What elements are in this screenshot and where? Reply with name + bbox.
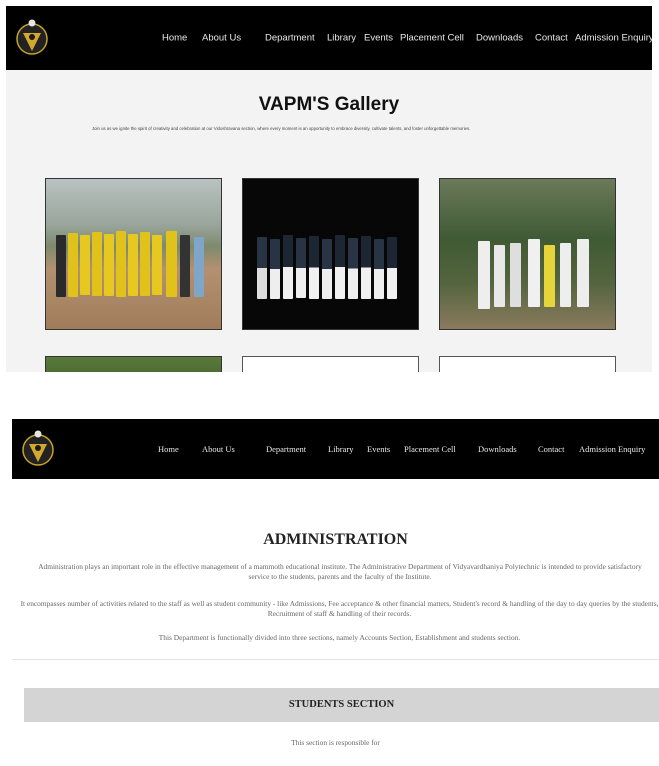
gallery-photo-row2-2[interactable] — [242, 356, 419, 372]
admin-paragraph-2: It encompasses number of activities rela… — [20, 599, 659, 618]
admin-paragraph-3: This Department is functionally divided … — [158, 633, 521, 642]
students-section-header[interactable]: STUDENTS SECTION — [24, 688, 659, 722]
gallery-photo-group-outdoor[interactable] — [439, 178, 616, 330]
nav-home[interactable]: Home — [158, 444, 179, 454]
nav-placement-cell[interactable]: Placement Cell — [400, 33, 464, 44]
nav-library[interactable]: Library — [328, 444, 354, 454]
page-title: VAPM'S Gallery — [258, 94, 400, 115]
top-navbar: Home About Us Department Library Events … — [12, 419, 659, 479]
nav-contact[interactable]: Contact — [535, 33, 568, 44]
nav-events[interactable]: Events — [364, 33, 393, 44]
nav-placement-cell[interactable]: Placement Cell — [404, 444, 456, 454]
admin-paragraph-1: Administration plays an important role i… — [38, 562, 642, 581]
nav-admission-enquiry[interactable]: Admission Enquiry — [575, 33, 652, 44]
gallery-screenshot: Home About Us Department Library Events … — [6, 6, 652, 372]
gallery-photo-students-night[interactable] — [242, 178, 419, 330]
nav-contact[interactable]: Contact — [538, 444, 564, 454]
nav-home[interactable]: Home — [162, 33, 187, 44]
gallery-photo-volleyball-team[interactable] — [45, 178, 222, 330]
section-text: This section is responsible for — [291, 738, 380, 747]
nav-department[interactable]: Department — [265, 33, 315, 44]
nav-library[interactable]: Library — [327, 33, 356, 44]
top-navbar: Home About Us Department Library Events … — [6, 6, 652, 70]
students-section-card: STUDENTS SECTION This section is respons… — [12, 659, 659, 766]
nav-downloads[interactable]: Downloads — [478, 444, 517, 454]
nav-about-us[interactable]: About Us — [202, 444, 235, 454]
page-title: ADMINISTRATION — [263, 531, 408, 548]
nav-admission-enquiry[interactable]: Admission Enquiry — [579, 444, 645, 454]
nav-events[interactable]: Events — [367, 444, 390, 454]
nav-about-us[interactable]: About Us — [202, 33, 241, 44]
gallery-photo-row2-1[interactable] — [45, 356, 222, 372]
page-description: Join us as we ignite the spirit of creat… — [92, 126, 471, 131]
administration-screenshot: Home About Us Department Library Events … — [12, 419, 659, 766]
nav-department[interactable]: Department — [266, 444, 306, 454]
nav-downloads[interactable]: Downloads — [476, 33, 523, 44]
gallery-photo-row2-3[interactable] — [439, 356, 616, 372]
section-title: STUDENTS SECTION — [288, 699, 395, 710]
